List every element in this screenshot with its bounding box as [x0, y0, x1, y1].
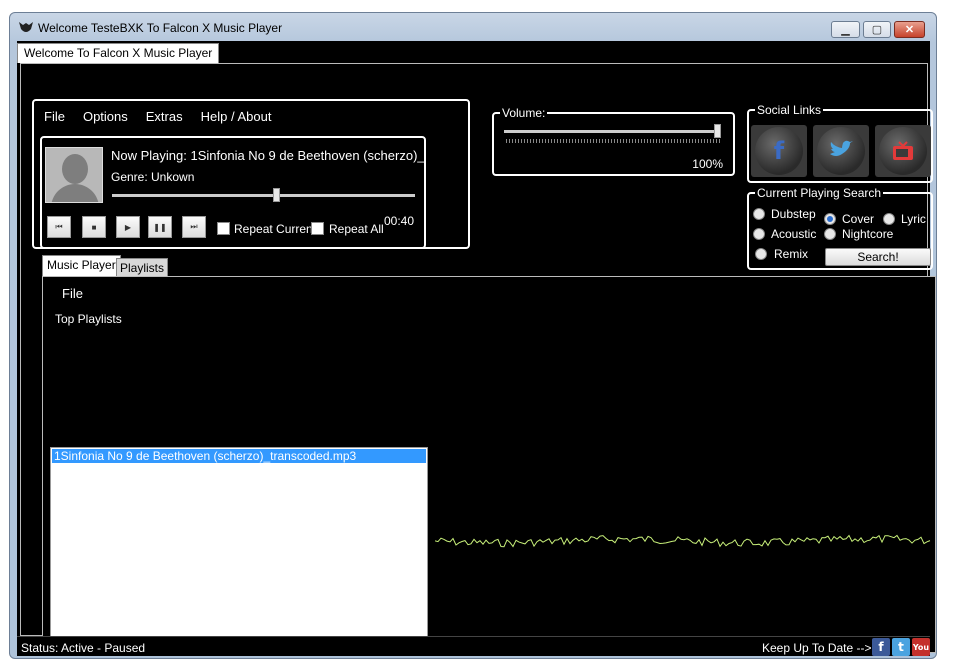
radio-dubstep-label: Dubstep — [771, 207, 816, 221]
menu-help-about[interactable]: Help / About — [201, 109, 272, 124]
welcome-tab-page: File Options Extras Help / About Now Pla… — [20, 63, 936, 653]
tv-shape — [893, 141, 913, 160]
radio-acoustic-label: Acoustic — [771, 227, 817, 241]
facebook-icon[interactable]: f — [872, 638, 890, 656]
close-button[interactable]: ✕ — [894, 21, 925, 38]
repeat-all-label: Repeat All — [329, 222, 384, 236]
volume-percent: 100% — [692, 157, 723, 171]
next-button[interactable]: ⏭ — [182, 216, 206, 238]
volume-slider-thumb[interactable] — [714, 124, 721, 138]
top-playlists-label: Top Playlists — [55, 312, 122, 326]
window-title: Welcome TesteBXK To Falcon X Music Playe… — [38, 21, 283, 35]
twitter-icon — [817, 127, 865, 175]
radio-cover[interactable] — [824, 213, 836, 225]
avatar-head-shape — [62, 154, 88, 184]
stop-icon: ■ — [91, 222, 97, 232]
social-legend: Social Links — [755, 103, 824, 117]
minimize-button[interactable]: ▁ — [831, 21, 860, 38]
client-area: Welcome To Falcon X Music Player File Op… — [17, 41, 936, 656]
tab-welcome[interactable]: Welcome To Falcon X Music Player — [17, 43, 220, 63]
search-legend: Current Playing Search — [755, 186, 884, 200]
falcon-logo-icon — [19, 22, 33, 32]
elapsed-time: 00:40 — [384, 214, 415, 228]
status-text: Status: Active - Paused — [21, 641, 146, 655]
previous-icon: ⏮ — [55, 222, 63, 231]
menu-options[interactable]: Options — [83, 109, 128, 124]
repeat-all-checkbox[interactable] — [311, 222, 324, 235]
menu-extras[interactable]: Extras — [146, 109, 183, 124]
close-icon: ✕ — [904, 24, 915, 36]
volume-panel: Volume: 100% — [492, 106, 735, 176]
now-playing-genre: Genre: Unkown — [111, 170, 195, 184]
pause-button[interactable]: ❚❚ — [148, 216, 172, 238]
youtube-tv-icon — [879, 127, 927, 175]
volume-slider[interactable] — [504, 124, 721, 138]
pause-icon: ❚❚ — [153, 222, 167, 232]
play-button[interactable]: ▶ — [116, 216, 140, 238]
next-icon: ⏭ — [190, 222, 198, 231]
radio-cover-label: Cover — [842, 212, 875, 226]
twitter-bird-shape — [830, 140, 853, 156]
main-window: Welcome TesteBXK To Falcon X Music Playe… — [9, 12, 937, 659]
list-item[interactable]: 1Sinfonia No 9 de Beethoven (scherzo)_tr… — [52, 449, 426, 463]
artist-avatar — [45, 147, 103, 203]
current-playing-search-panel: Current Playing Search Dubstep Cover Lyr… — [747, 186, 933, 270]
youtube-button[interactable] — [875, 125, 931, 177]
play-icon: ▶ — [124, 222, 132, 232]
volume-legend: Volume: — [500, 106, 548, 120]
now-playing-title: Now Playing: 1Sinfonia No 9 de Beethoven… — [111, 148, 425, 163]
radio-lyric-label: Lyric — [901, 212, 926, 226]
minimize-icon: ▁ — [841, 24, 850, 36]
radio-remix-label: Remix — [774, 247, 809, 261]
main-menu: File Options Extras Help / About — [44, 109, 271, 124]
volume-ticks — [506, 139, 720, 143]
keep-up-to-date-label: Keep Up To Date --> — [762, 641, 872, 655]
repeat-current-checkbox[interactable] — [217, 222, 230, 235]
music-player-tab-page: File Top Playlists 1Sinfonia No 9 de Bee… — [42, 276, 936, 653]
waveform-visualizer — [435, 534, 931, 548]
youtube-icon[interactable]: You — [912, 638, 930, 656]
seek-slider-thumb[interactable] — [272, 188, 280, 202]
radio-acoustic[interactable] — [753, 228, 765, 240]
previous-button[interactable]: ⏮ — [47, 216, 71, 238]
radio-lyric[interactable] — [883, 213, 895, 225]
status-bar: Status: Active - Paused Keep Up To Date … — [17, 636, 930, 656]
repeat-current-label: Repeat Current — [234, 222, 317, 236]
twitter-button[interactable] — [813, 125, 869, 177]
title-bar[interactable]: Welcome TesteBXK To Falcon X Music Playe… — [10, 13, 936, 41]
radio-nightcore-label: Nightcore — [842, 227, 894, 241]
waveform-line — [435, 534, 931, 548]
now-playing-panel: Now Playing: 1Sinfonia No 9 de Beethoven… — [40, 136, 426, 249]
stop-button[interactable]: ■ — [82, 216, 106, 238]
social-links-panel: Social Links f — [747, 103, 933, 183]
radio-remix[interactable] — [755, 248, 767, 260]
avatar-body-shape — [51, 184, 99, 202]
facebook-icon: f — [755, 127, 803, 175]
radio-dubstep[interactable] — [753, 208, 765, 220]
playlist-listbox[interactable]: 1Sinfonia No 9 de Beethoven (scherzo)_tr… — [50, 447, 428, 645]
tab-music-player[interactable]: Music Player — [42, 255, 121, 276]
tab-playlists[interactable]: Playlists — [116, 258, 169, 277]
menu-file[interactable]: File — [44, 109, 65, 124]
maximize-icon: ▢ — [871, 24, 883, 36]
radio-nightcore[interactable] — [824, 228, 836, 240]
search-button[interactable]: Search! — [825, 248, 931, 266]
twitter-icon[interactable]: t — [892, 638, 910, 656]
maximize-button[interactable]: ▢ — [863, 21, 891, 38]
player-file-menu[interactable]: File — [62, 286, 83, 301]
facebook-button[interactable]: f — [751, 125, 807, 177]
seek-slider[interactable] — [112, 188, 415, 202]
